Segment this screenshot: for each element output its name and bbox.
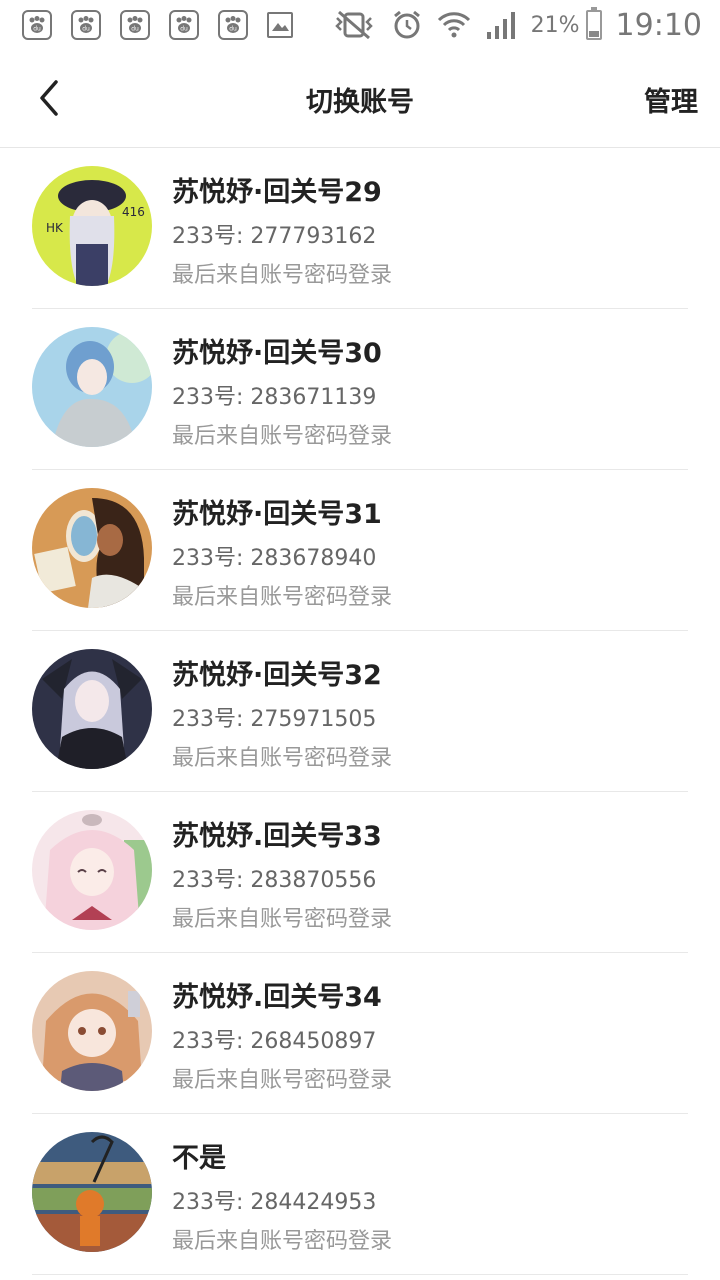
status-time: 19:10 xyxy=(615,7,702,43)
account-item[interactable]: 不是 233号: 284424953 最后来自账号密码登录 xyxy=(32,1114,688,1275)
account-name: 不是 xyxy=(172,1143,226,1174)
account-login-info: 最后来自账号密码登录 xyxy=(172,1229,393,1254)
svg-text:du: du xyxy=(180,26,188,33)
svg-text:HK: HK xyxy=(46,221,64,235)
manage-button[interactable]: 管理 xyxy=(644,80,698,119)
account-login-info: 最后来自账号密码登录 xyxy=(172,585,393,610)
svg-text:416: 416 xyxy=(122,205,145,219)
svg-text:du: du xyxy=(131,26,139,33)
image-icon xyxy=(267,12,293,38)
nav-bar: 切换账号 管理 xyxy=(0,50,720,148)
account-login-info: 最后来自账号密码登录 xyxy=(172,907,393,932)
avatar xyxy=(32,488,152,608)
account-login-info: 最后来自账号密码登录 xyxy=(172,424,393,449)
account-item[interactable]: 苏悦妤·回关号31 233号: 283678940 最后来自账号密码登录 xyxy=(32,470,688,631)
account-name: 苏悦妤·回关号32 xyxy=(172,660,382,691)
account-login-info: 最后来自账号密码登录 xyxy=(172,746,393,771)
account-list: HK 416 苏悦妤·回关号29 233号: 277793162 最后来自账号密码… xyxy=(0,148,720,1275)
baidu-paw-icon: du xyxy=(120,10,150,40)
account-item[interactable]: HK 416 苏悦妤·回关号29 233号: 277793162 最后来自账号密码… xyxy=(32,148,688,309)
account-item[interactable]: 苏悦妤.回关号34 233号: 268450897 最后来自账号密码登录 xyxy=(32,953,688,1114)
avatar xyxy=(32,327,152,447)
account-name: 苏悦妤·回关号31 xyxy=(172,499,382,530)
account-item[interactable]: 苏悦妤·回关号32 233号: 275971505 最后来自账号密码登录 xyxy=(32,631,688,792)
vibrate-mute-icon xyxy=(331,10,377,40)
avatar xyxy=(32,1132,152,1252)
account-id: 233号: 268450897 xyxy=(172,1029,377,1054)
baidu-paw-icon: du xyxy=(22,10,52,40)
svg-text:du: du xyxy=(229,26,237,33)
wifi-icon xyxy=(437,9,471,41)
account-name: 苏悦妤.回关号33 xyxy=(172,821,382,852)
account-item[interactable]: 苏悦妤·回关号30 233号: 283671139 最后来自账号密码登录 xyxy=(32,309,688,470)
avatar: HK 416 xyxy=(32,166,152,286)
account-id: 233号: 277793162 xyxy=(172,224,377,249)
avatar xyxy=(32,971,152,1091)
baidu-paw-icon: du xyxy=(169,10,199,40)
account-id: 233号: 284424953 xyxy=(172,1190,377,1215)
account-login-info: 最后来自账号密码登录 xyxy=(172,1068,393,1093)
account-id: 233号: 283678940 xyxy=(172,546,377,571)
account-name: 苏悦妤.回关号34 xyxy=(172,982,382,1013)
svg-text:du: du xyxy=(33,26,41,33)
svg-text:du: du xyxy=(82,26,90,33)
system-icons: 21% 19:10 xyxy=(317,7,702,43)
account-name: 苏悦妤·回关号30 xyxy=(172,338,382,369)
signal-icon xyxy=(485,10,519,40)
account-name: 苏悦妤·回关号29 xyxy=(172,177,382,208)
status-bar: du du du du du 21% 19:10 xyxy=(0,0,720,50)
battery-percent: 21% xyxy=(530,12,580,38)
battery-icon xyxy=(585,7,602,40)
account-id: 233号: 283671139 xyxy=(172,385,377,410)
page-title: 切换账号 xyxy=(306,87,414,118)
notification-icons: du du du du du xyxy=(22,10,293,40)
account-id: 233号: 275971505 xyxy=(172,707,377,732)
avatar xyxy=(32,649,152,769)
account-login-info: 最后来自账号密码登录 xyxy=(172,263,393,288)
baidu-paw-icon: du xyxy=(71,10,101,40)
alarm-icon xyxy=(391,9,423,41)
avatar xyxy=(32,810,152,930)
account-id: 233号: 283870556 xyxy=(172,868,377,893)
baidu-paw-icon: du xyxy=(218,10,248,40)
account-item[interactable]: 苏悦妤.回关号33 233号: 283870556 最后来自账号密码登录 xyxy=(32,792,688,953)
